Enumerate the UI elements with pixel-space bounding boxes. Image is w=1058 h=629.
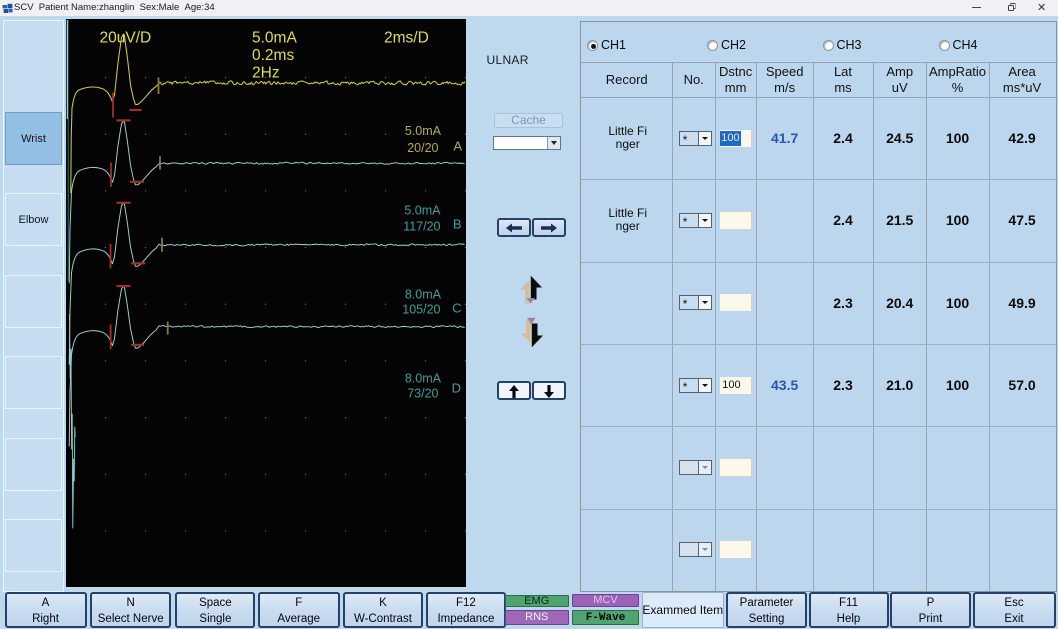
svg-text:D: D (452, 381, 461, 396)
svg-text:117/20: 117/20 (403, 220, 440, 234)
svg-text:C: C (452, 301, 461, 316)
svg-text:2ms/D: 2ms/D (384, 30, 429, 47)
svg-text:0.2ms: 0.2ms (252, 47, 294, 64)
svg-text:5.0mA: 5.0mA (404, 204, 441, 218)
svg-text:73/20: 73/20 (407, 387, 438, 401)
svg-text:105/20: 105/20 (402, 303, 440, 317)
svg-text:A: A (453, 139, 462, 154)
svg-text:2Hz: 2Hz (252, 65, 280, 82)
svg-text:5.0mA: 5.0mA (405, 124, 442, 138)
svg-text:20uV/D: 20uV/D (100, 30, 152, 47)
svg-text:5.0mA: 5.0mA (252, 30, 297, 47)
svg-text:8.0mA: 8.0mA (405, 288, 442, 302)
svg-text:B: B (453, 217, 462, 232)
svg-text:20/20: 20/20 (407, 141, 438, 155)
svg-text:8.0mA: 8.0mA (405, 372, 442, 386)
